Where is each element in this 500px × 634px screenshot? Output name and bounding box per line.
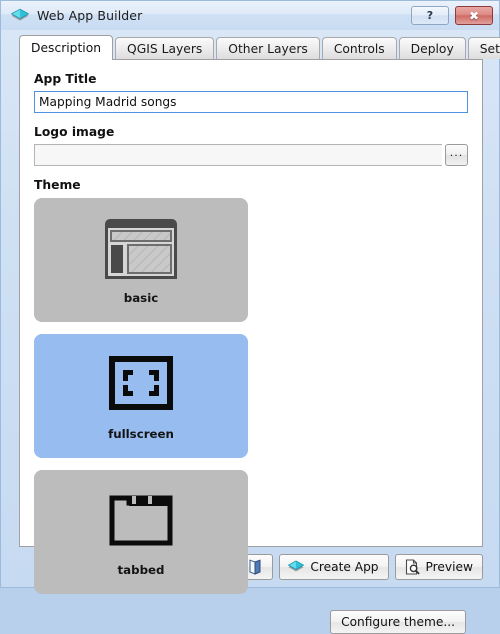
ellipsis-icon: ...	[449, 146, 464, 159]
logo-image-input[interactable]	[34, 144, 442, 166]
layout-tabbed-icon	[99, 487, 183, 555]
logo-image-row: ...	[34, 144, 468, 166]
theme-label: fullscreen	[108, 427, 174, 441]
app-title-label: App Title	[34, 72, 97, 86]
cyan-diamond-icon	[10, 6, 30, 26]
tab-settings[interactable]: Settings	[467, 37, 500, 59]
tab-label: QGIS Layers	[127, 41, 203, 56]
tab-label: Other Layers	[228, 41, 308, 56]
tab-label: Deploy	[410, 41, 454, 56]
theme-card-fullscreen[interactable]: fullscreen	[34, 334, 248, 458]
tab-description[interactable]: Description	[19, 35, 114, 60]
close-button[interactable]: ✖	[455, 6, 493, 25]
tab-bar: Description QGIS Layers Other Layers Con…	[19, 35, 500, 60]
application-window: Web App Builder ? ✖ Description QGIS Lay…	[0, 0, 500, 634]
logo-image-label: Logo image	[34, 125, 115, 139]
tab-label: Settings	[479, 41, 500, 56]
theme-card-basic[interactable]: basic	[34, 198, 248, 322]
tab-other-layers[interactable]: Other Layers	[216, 37, 320, 59]
layout-basic-icon	[99, 215, 183, 283]
configure-theme-label: Configure theme...	[341, 615, 455, 629]
layout-fullscreen-icon	[99, 351, 183, 419]
description-tab-panel: App Title Logo image ... Theme	[19, 59, 483, 634]
theme-grid: basic fullscreen tabbed	[34, 198, 468, 594]
question-mark-icon: ?	[426, 9, 434, 22]
tab-qgis-layers[interactable]: QGIS Layers	[115, 37, 215, 59]
tab-label: Description	[31, 40, 102, 55]
tab-deploy[interactable]: Deploy	[398, 37, 466, 59]
configure-theme-row: Configure theme...	[34, 610, 468, 634]
logo-browse-button[interactable]: ...	[445, 144, 468, 166]
theme-card-tabbed[interactable]: tabbed	[34, 470, 248, 594]
close-icon: ✖	[468, 8, 480, 23]
tab-label: Controls	[333, 41, 385, 56]
theme-section-label: Theme	[34, 178, 81, 192]
configure-theme-button[interactable]: Configure theme...	[330, 610, 466, 634]
app-title-input[interactable]	[34, 91, 468, 113]
theme-label: tabbed	[117, 563, 165, 577]
theme-label: basic	[123, 291, 159, 305]
tab-controls[interactable]: Controls	[321, 37, 397, 59]
window-title: Web App Builder	[37, 8, 143, 23]
title-bar: Web App Builder ? ✖	[1, 1, 499, 30]
help-button[interactable]: ?	[411, 6, 449, 25]
